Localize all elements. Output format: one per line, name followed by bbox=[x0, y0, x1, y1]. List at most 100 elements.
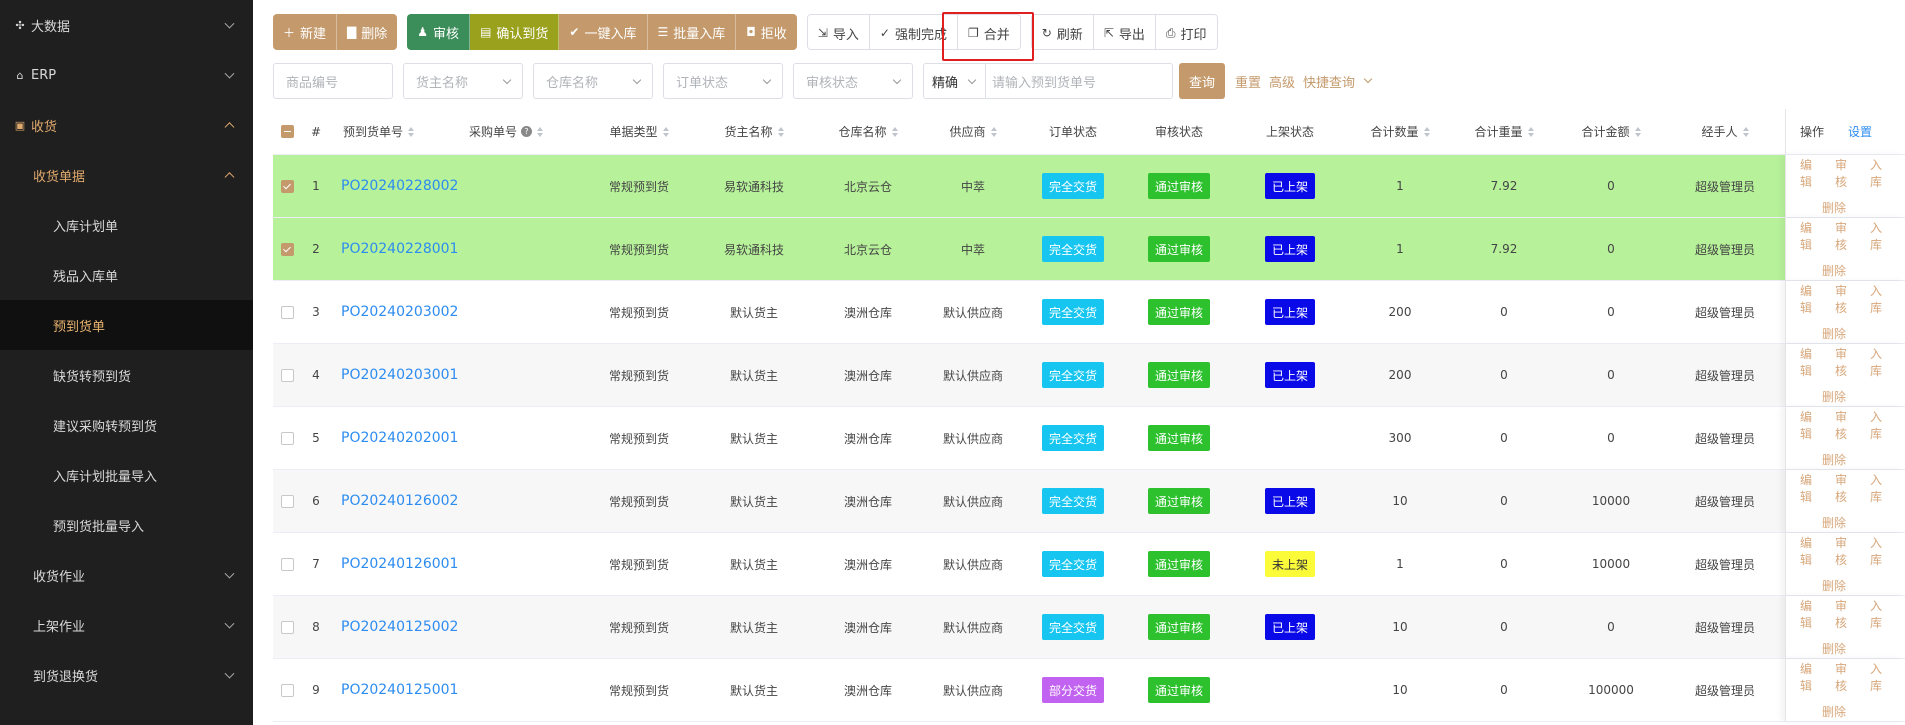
table-row[interactable]: 7 PO20240126001 常规预到货 默认货主 澳洲仓库 默认供应商 完全… bbox=[273, 533, 1905, 596]
select-all-checkbox[interactable] bbox=[273, 109, 301, 154]
edit-link[interactable]: 编辑 bbox=[1800, 534, 1821, 568]
store-link[interactable]: 入库 bbox=[1870, 660, 1891, 694]
sidebar-item-receiving-docs[interactable]: 收货单据 bbox=[0, 150, 253, 200]
sidebar-item-shelving-ops[interactable]: 上架作业 bbox=[0, 600, 253, 650]
arrival-no-link[interactable]: PO20240126001 bbox=[341, 556, 458, 572]
sidebar-item-returns[interactable]: 到货退换货 bbox=[0, 650, 253, 700]
table-row[interactable]: 4 PO20240203001 常规预到货 默认货主 澳洲仓库 默认供应商 完全… bbox=[273, 344, 1905, 407]
table-row[interactable]: 2 PO20240228001 常规预到货 易软通科技 北京云仓 中萃 完全交货… bbox=[273, 218, 1905, 281]
table-row[interactable]: 5 PO20240202001 常规预到货 默认货主 澳洲仓库 默认供应商 完全… bbox=[273, 407, 1905, 470]
store-link[interactable]: 入库 bbox=[1870, 534, 1891, 568]
audit-link[interactable]: 审核 bbox=[1835, 219, 1856, 253]
product-code-input[interactable]: 商品编号 bbox=[273, 63, 393, 99]
query-button[interactable]: 查询 bbox=[1179, 63, 1226, 99]
table-row[interactable]: 8 PO20240125002 常规预到货 默认货主 澳洲仓库 默认供应商 完全… bbox=[273, 596, 1905, 659]
audit-link[interactable]: 审核 bbox=[1835, 534, 1856, 568]
arrival-no-link[interactable]: PO20240126002 bbox=[341, 493, 458, 509]
refresh-button[interactable]: ↻ 刷新 bbox=[1031, 15, 1094, 49]
edit-link[interactable]: 编辑 bbox=[1800, 471, 1821, 505]
audit-status-select[interactable]: 审核状态 bbox=[793, 63, 913, 99]
audit-link[interactable]: 审核 bbox=[1835, 471, 1856, 505]
arrival-no-link[interactable]: PO20240202001 bbox=[341, 430, 458, 446]
audit-link[interactable]: 审核 bbox=[1835, 660, 1856, 694]
one-click-store-button[interactable]: ✔ 一键入库 bbox=[559, 14, 648, 50]
delete-button[interactable]: ▇ 删除 bbox=[337, 14, 398, 50]
force-complete-button[interactable]: ✓ 强制完成 bbox=[869, 15, 958, 49]
quick-query-dropdown[interactable]: 快捷查询 bbox=[1303, 72, 1373, 91]
edit-link[interactable]: 编辑 bbox=[1800, 156, 1821, 190]
edit-link[interactable]: 编辑 bbox=[1800, 345, 1821, 379]
audit-link[interactable]: 审核 bbox=[1835, 408, 1856, 442]
store-link[interactable]: 入库 bbox=[1870, 156, 1891, 190]
table-row[interactable]: 6 PO20240126002 常规预到货 默认货主 澳洲仓库 默认供应商 完全… bbox=[273, 470, 1905, 533]
col-warehouse[interactable]: 仓库名称 bbox=[809, 109, 927, 154]
delete-link[interactable]: 删除 bbox=[1822, 325, 1846, 342]
import-button[interactable]: ⇲ 导入 bbox=[807, 15, 870, 49]
table-row[interactable]: 1 PO20240228002 常规预到货 易软通科技 北京云仓 中萃 完全交货… bbox=[273, 155, 1905, 218]
sidebar-item-arrival-batch-import[interactable]: 预到货批量导入 bbox=[0, 500, 253, 550]
delete-link[interactable]: 删除 bbox=[1822, 640, 1846, 657]
sidebar-item-inbound-plan[interactable]: 入库计划单 bbox=[0, 200, 253, 250]
store-link[interactable]: 入库 bbox=[1870, 345, 1891, 379]
edit-link[interactable]: 编辑 bbox=[1800, 219, 1821, 253]
sidebar-item-receiving[interactable]: ▣ 收货 bbox=[0, 100, 253, 150]
sidebar-item-erp[interactable]: ⌂ ERP bbox=[0, 50, 253, 100]
col-weight[interactable]: 合计重量 bbox=[1451, 109, 1557, 154]
delete-link[interactable]: 删除 bbox=[1822, 514, 1846, 531]
store-link[interactable]: 入库 bbox=[1870, 219, 1891, 253]
delete-link[interactable]: 删除 bbox=[1822, 262, 1846, 279]
sidebar-item-defective-inbound[interactable]: 残品入库单 bbox=[0, 250, 253, 300]
table-row[interactable]: 3 PO20240203002 常规预到货 默认货主 澳洲仓库 默认供应商 完全… bbox=[273, 281, 1905, 344]
print-button[interactable]: ⎙ 打印 bbox=[1155, 15, 1217, 49]
batch-store-button[interactable]: ☰ 批量入库 bbox=[647, 14, 737, 50]
row-checkbox[interactable] bbox=[273, 155, 301, 217]
warehouse-select[interactable]: 仓库名称 bbox=[533, 63, 653, 99]
audit-link[interactable]: 审核 bbox=[1835, 345, 1856, 379]
confirm-arrival-button[interactable]: ▤ 确认到货 bbox=[470, 14, 560, 50]
sidebar-item-shortage-to-arrival[interactable]: 缺货转预到货 bbox=[0, 350, 253, 400]
export-button[interactable]: ⇱ 导出 bbox=[1093, 15, 1156, 49]
settings-link[interactable]: 设置 bbox=[1848, 123, 1872, 140]
store-link[interactable]: 入库 bbox=[1870, 282, 1891, 316]
store-link[interactable]: 入库 bbox=[1870, 471, 1891, 505]
row-checkbox[interactable] bbox=[273, 407, 301, 469]
arrival-no-link[interactable]: PO20240228001 bbox=[341, 241, 458, 257]
row-checkbox[interactable] bbox=[273, 659, 301, 721]
col-po[interactable]: 采购单号? bbox=[469, 109, 579, 154]
owner-select[interactable]: 货主名称 bbox=[403, 63, 523, 99]
edit-link[interactable]: 编辑 bbox=[1800, 660, 1821, 694]
delete-link[interactable]: 删除 bbox=[1822, 703, 1846, 720]
delete-link[interactable]: 删除 bbox=[1822, 451, 1846, 468]
sidebar-item-bigdata[interactable]: ✣ 大数据 bbox=[0, 0, 253, 50]
delete-link[interactable]: 删除 bbox=[1822, 577, 1846, 594]
sidebar-item-suggest-purchase[interactable]: 建议采购转预到货 bbox=[0, 400, 253, 450]
delete-link[interactable]: 删除 bbox=[1822, 199, 1846, 216]
col-no[interactable]: 预到货单号 bbox=[331, 109, 469, 154]
row-checkbox[interactable] bbox=[273, 344, 301, 406]
sidebar-item-plan-batch-import[interactable]: 入库计划批量导入 bbox=[0, 450, 253, 500]
arrival-no-link[interactable]: PO20240228002 bbox=[341, 178, 458, 194]
edit-link[interactable]: 编辑 bbox=[1800, 282, 1821, 316]
col-qty[interactable]: 合计数量 bbox=[1349, 109, 1451, 154]
audit-link[interactable]: 审核 bbox=[1835, 282, 1856, 316]
col-amount[interactable]: 合计金额 bbox=[1557, 109, 1665, 154]
col-type[interactable]: 单据类型 bbox=[579, 109, 699, 154]
audit-link[interactable]: 审核 bbox=[1835, 156, 1856, 190]
new-button[interactable]: ＋新建 bbox=[273, 14, 338, 50]
row-checkbox[interactable] bbox=[273, 218, 301, 280]
arrival-no-link[interactable]: PO20240203002 bbox=[341, 304, 458, 320]
merge-button[interactable]: ❐ 合并 bbox=[957, 15, 1020, 49]
col-owner[interactable]: 货主名称 bbox=[699, 109, 809, 154]
row-checkbox[interactable] bbox=[273, 533, 301, 595]
col-supplier[interactable]: 供应商 bbox=[927, 109, 1019, 154]
audit-link[interactable]: 审核 bbox=[1835, 597, 1856, 631]
arrival-no-link[interactable]: PO20240125001 bbox=[341, 682, 458, 698]
store-link[interactable]: 入库 bbox=[1870, 408, 1891, 442]
reset-link[interactable]: 重置 bbox=[1235, 72, 1261, 91]
arrival-no-link[interactable]: PO20240203001 bbox=[341, 367, 458, 383]
search-input[interactable]: 请输入预到货单号 bbox=[986, 64, 1172, 98]
order-status-select[interactable]: 订单状态 bbox=[663, 63, 783, 99]
store-link[interactable]: 入库 bbox=[1870, 597, 1891, 631]
sidebar-item-pre-arrival[interactable]: 预到货单 bbox=[0, 300, 253, 350]
col-handler[interactable]: 经手人 bbox=[1665, 109, 1785, 154]
